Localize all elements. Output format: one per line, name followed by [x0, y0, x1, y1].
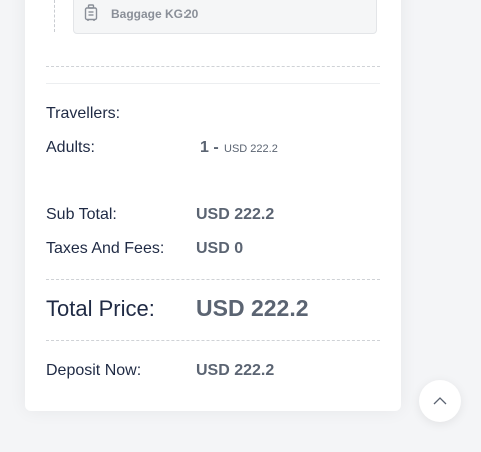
- divider: [46, 83, 380, 84]
- travellers-label: Travellers:: [46, 105, 121, 122]
- adults-price: USD 222.2: [224, 143, 278, 155]
- taxes-value: USD 0: [196, 240, 244, 257]
- total-price-label: Total Price:: [46, 296, 155, 321]
- divider: [46, 66, 380, 67]
- baggage-label: Baggage KG:: [111, 7, 188, 21]
- subtotal-value: USD 222.2: [196, 206, 275, 223]
- luggage-icon: [84, 4, 98, 22]
- deposit-value: USD 222.2: [196, 362, 275, 379]
- divider: [46, 279, 380, 280]
- total-price-value: USD 222.2: [196, 295, 309, 321]
- taxes-label: Taxes And Fees:: [46, 240, 165, 257]
- subtotal-label: Sub Total:: [46, 206, 117, 223]
- adults-count: 1 -: [200, 139, 219, 156]
- baggage-value: 20: [185, 7, 199, 21]
- scroll-to-top-button[interactable]: [419, 380, 461, 422]
- deposit-label: Deposit Now:: [46, 362, 142, 379]
- adults-label: Adults:: [46, 139, 95, 156]
- divider: [46, 340, 380, 341]
- baggage-info: Baggage KG: 20: [73, 0, 377, 34]
- timeline-connector: [54, 0, 55, 32]
